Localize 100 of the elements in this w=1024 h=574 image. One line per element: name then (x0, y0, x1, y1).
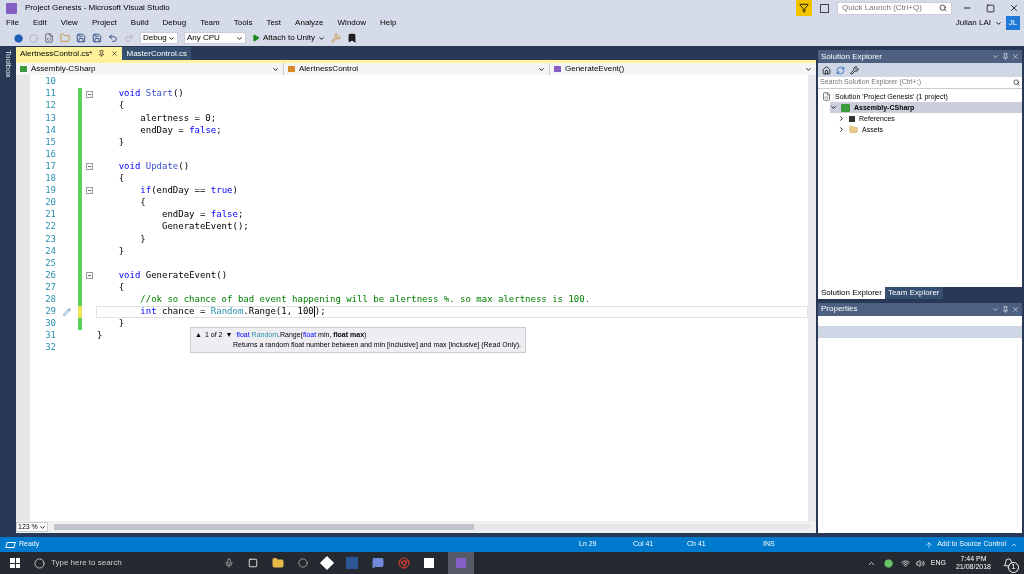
line-number: 26 (44, 268, 56, 282)
back-icon[interactable] (14, 33, 23, 43)
code-line: { (139, 196, 147, 210)
code-line: void GenerateEvent() (117, 269, 229, 282)
line-number: 16 (44, 147, 56, 161)
member-dropdown[interactable]: GenerateEvent() (550, 63, 816, 75)
solution-icon (822, 92, 831, 101)
code-line: } (117, 245, 126, 258)
file-explorer-icon[interactable] (272, 557, 284, 569)
network-icon[interactable] (900, 558, 910, 568)
configuration-dropdown[interactable]: Debug (140, 32, 178, 44)
close-icon[interactable] (1009, 3, 1019, 13)
save-icon[interactable] (76, 33, 86, 43)
code-line: void Start() (117, 88, 185, 101)
code-line: { (117, 281, 126, 294)
line-number: 12 (44, 99, 56, 113)
refresh-icon[interactable] (836, 65, 845, 75)
object-selector[interactable] (818, 315, 1022, 326)
vertical-scrollbar[interactable] (808, 75, 816, 521)
code-line: void Update() (117, 160, 191, 173)
menu-item[interactable]: Project (91, 17, 117, 29)
play-icon (252, 34, 260, 42)
user-name[interactable]: Julian LAI (955, 17, 991, 29)
line-number: 32 (44, 341, 56, 355)
menu-item[interactable]: Test (266, 17, 282, 29)
code-line: //ok so chance of bad event happening will be alertness %. so max alertness is 100. (139, 293, 592, 306)
new-item-icon[interactable] (44, 33, 54, 43)
dropdown-icon[interactable] (272, 65, 279, 73)
text-cursor (313, 306, 315, 318)
bookmark-icon[interactable] (347, 33, 358, 43)
code-line: endDay = false; (139, 124, 223, 137)
wrench-icon[interactable] (850, 65, 859, 75)
line-number: 14 (44, 123, 56, 137)
collapse-icon[interactable] (85, 187, 93, 195)
menu-item[interactable]: Analyze (295, 17, 324, 29)
method-icon (554, 66, 561, 72)
browser-icon[interactable] (398, 557, 410, 569)
volume-icon[interactable] (915, 558, 925, 568)
menu-item[interactable]: File (6, 17, 19, 29)
panel-menu-icon[interactable] (992, 305, 999, 313)
line-number: 15 (44, 135, 56, 149)
feedback-icon[interactable] (796, 0, 812, 16)
task-view-icon[interactable] (248, 558, 258, 568)
dropdown-icon[interactable] (236, 34, 243, 42)
menu-item[interactable]: Edit (32, 17, 47, 29)
chat-icon[interactable] (372, 557, 384, 569)
line-number: 13 (44, 111, 56, 125)
save-all-icon[interactable] (92, 33, 102, 43)
notifications-icon[interactable] (820, 3, 829, 13)
line-number: 20 (44, 196, 56, 210)
dropdown-icon[interactable] (805, 65, 812, 73)
project-icon (20, 66, 27, 72)
menu-item[interactable]: Debug (162, 17, 187, 29)
pin-icon[interactable] (98, 50, 106, 57)
taskbar-search-field[interactable]: Type here to search (34, 557, 204, 569)
code-line: { (117, 172, 126, 185)
menu-item[interactable]: Build (130, 17, 149, 29)
line-number: 10 (44, 75, 56, 89)
platform-dropdown[interactable]: Any CPU (184, 32, 246, 44)
tray-app-icon[interactable] (883, 558, 893, 568)
document-tab[interactable]: AlertnessControl.cs* (16, 47, 123, 60)
dropdown-icon[interactable] (168, 34, 175, 42)
app-logo-icon (6, 2, 17, 14)
collapse-icon[interactable] (85, 272, 93, 280)
menu-item[interactable]: Team (200, 17, 220, 29)
dropdown-icon[interactable] (995, 19, 1002, 27)
attach-button[interactable]: Attach to Unity (252, 32, 326, 44)
undo-icon[interactable] (108, 33, 118, 43)
quick-launch-field[interactable]: Quick Launch (Ctrl+Q) (837, 1, 952, 15)
code-line: } (96, 329, 104, 343)
menu-item[interactable]: Tools (233, 17, 253, 29)
pin-icon[interactable] (1002, 305, 1009, 313)
menu-item[interactable]: Help (380, 17, 397, 29)
user-avatar[interactable]: JL (1006, 16, 1020, 30)
dropdown-icon[interactable] (538, 65, 545, 73)
line-number: 31 (44, 329, 56, 343)
app-icon[interactable] (298, 558, 308, 568)
line-number: 28 (44, 293, 56, 306)
home-icon[interactable] (822, 65, 831, 75)
panel-menu-icon[interactable] (992, 53, 999, 60)
code-line: { (117, 100, 126, 113)
search-icon (939, 4, 947, 12)
status-icon (5, 541, 16, 548)
code-line: } (117, 136, 126, 149)
menu-item[interactable]: Window (337, 17, 366, 29)
dropdown-icon[interactable] (39, 523, 46, 531)
start-icon[interactable] (10, 558, 20, 568)
close-tab-icon[interactable] (111, 50, 119, 57)
collapse-icon[interactable] (85, 90, 93, 98)
dropdown-icon[interactable] (318, 34, 326, 42)
menu-item[interactable]: View (60, 17, 78, 29)
code-line: alertness = 0; (139, 112, 218, 125)
line-number: 29 (44, 305, 56, 319)
restore-icon[interactable] (986, 3, 995, 13)
line-number: 24 (44, 244, 56, 258)
toolbox-tab[interactable]: Toolbox (2, 50, 14, 80)
document-tab[interactable]: MasterControl.cs (122, 47, 191, 60)
horizontal-scrollbar[interactable] (54, 524, 474, 530)
collapse-icon[interactable] (85, 163, 93, 171)
microphone-icon[interactable] (224, 558, 234, 568)
